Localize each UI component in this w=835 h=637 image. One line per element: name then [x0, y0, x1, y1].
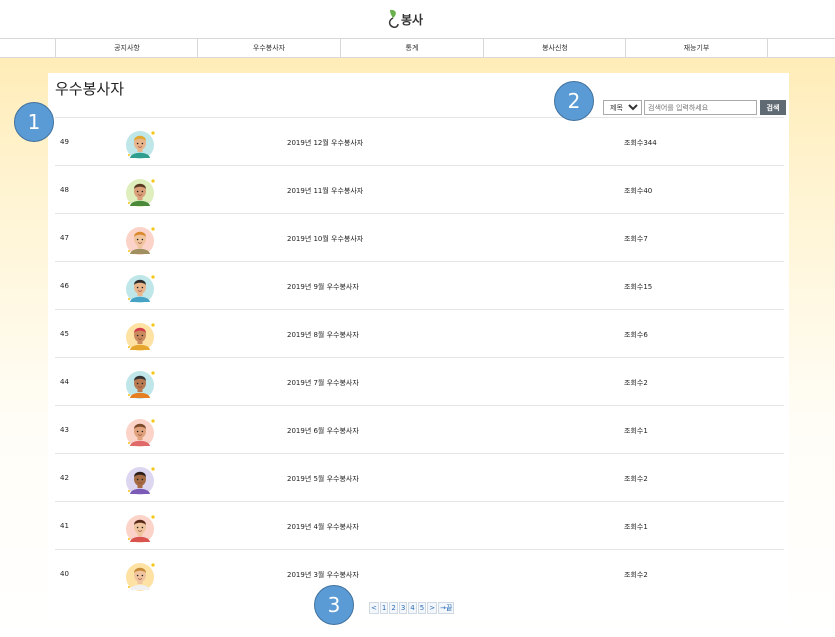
search-input[interactable] — [644, 100, 757, 115]
post-title[interactable]: 2019년 12월 우수봉사자 — [287, 138, 363, 148]
annotation-marker-3: 3 — [314, 585, 354, 625]
page-number-button[interactable]: 4 — [408, 602, 417, 614]
post-title[interactable]: 2019년 5월 우수봉사자 — [287, 474, 359, 484]
post-title[interactable]: 2019년 8월 우수봉사자 — [287, 330, 359, 340]
view-count: 조회수2 — [624, 475, 648, 483]
post-title[interactable]: 2019년 9월 우수봉사자 — [287, 282, 359, 292]
post-number: 48 — [60, 186, 69, 194]
post-number: 42 — [60, 474, 69, 482]
next-page-button[interactable]: > — [427, 602, 438, 614]
list-item[interactable]: 48 2019년 11월 우수봉사자 조회수40 — [55, 166, 784, 214]
view-count: 조회수2 — [624, 571, 648, 579]
avatar — [125, 319, 159, 353]
post-number: 43 — [60, 426, 69, 434]
post-number: 45 — [60, 330, 69, 338]
top-header: 봉사 — [0, 0, 835, 38]
search-field-select[interactable]: 제목 — [603, 100, 642, 115]
nav-item-notice[interactable]: 공지사항 — [55, 39, 198, 58]
nav-item-volunteer-apply[interactable]: 봉사신청 — [483, 39, 626, 58]
search-bar: 제목 검색 — [603, 100, 786, 115]
list-item[interactable]: 43 2019년 6월 우수봉사자 조회수1 — [55, 406, 784, 454]
list-item[interactable]: 46 2019년 9월 우수봉사자 조회수15 — [55, 262, 784, 310]
post-number: 41 — [60, 522, 69, 530]
post-title[interactable]: 2019년 7월 우수봉사자 — [287, 378, 359, 388]
view-count: 조회수7 — [624, 235, 648, 243]
list-item[interactable]: 40 2019년 3월 우수봉사자 조회수2 — [55, 550, 784, 598]
post-number: 44 — [60, 378, 69, 386]
list-item[interactable]: 42 2019년 5월 우수봉사자 조회수2 — [55, 454, 784, 502]
post-title[interactable]: 2019년 10월 우수봉사자 — [287, 234, 363, 244]
view-count: 조회수40 — [624, 187, 653, 195]
list-item[interactable]: 49 2019년 12월 우수봉사자 조회수344 — [55, 118, 784, 166]
leaf-icon — [388, 9, 399, 28]
list-item[interactable]: 45 2019년 8월 우수봉사자 조회수6 — [55, 310, 784, 358]
main-nav: 공지사항 우수봉사자 통계 봉사신청 재능기부 — [0, 38, 835, 58]
list-item[interactable]: 44 2019년 7월 우수봉사자 조회수2 — [55, 358, 784, 406]
view-count: 조회수344 — [624, 139, 657, 147]
avatar — [125, 175, 159, 209]
view-count: 조회수1 — [624, 523, 648, 531]
avatar — [125, 223, 159, 257]
content-panel: 우수봉사자 제목 검색 49 2019년 12월 우수봉사자 조회수344 48 201… — [48, 73, 789, 620]
list-item[interactable]: 47 2019년 10월 우수봉사자 조회수7 — [55, 214, 784, 262]
post-number: 46 — [60, 282, 69, 290]
page-number-button[interactable]: 1 — [379, 602, 389, 614]
avatar — [125, 511, 159, 545]
nav-item-talent-donation[interactable]: 재능기부 — [625, 39, 768, 58]
logo-text: 봉사 — [401, 12, 424, 27]
prev-page-button[interactable]: < — [369, 602, 379, 614]
page-number-button[interactable]: 2 — [389, 602, 398, 614]
view-count: 조회수6 — [624, 331, 648, 339]
list-item[interactable]: 41 2019년 4월 우수봉사자 조회수1 — [55, 502, 784, 550]
last-page-button[interactable]: →끝 — [438, 602, 455, 614]
annotation-marker-1: 1 — [14, 102, 54, 142]
avatar — [125, 559, 159, 593]
view-count: 조회수2 — [624, 379, 648, 387]
avatar — [125, 415, 159, 449]
post-title[interactable]: 2019년 4월 우수봉사자 — [287, 522, 359, 532]
avatar — [125, 127, 159, 161]
post-number: 47 — [60, 234, 69, 242]
page-number-button[interactable]: 5 — [417, 602, 427, 614]
page-title: 우수봉사자 — [55, 80, 125, 98]
page-number-button[interactable]: 3 — [398, 602, 408, 614]
avatar — [125, 271, 159, 305]
search-button[interactable]: 검색 — [760, 100, 786, 115]
volunteer-list: 49 2019년 12월 우수봉사자 조회수344 48 2019년 11월 우수봉사자… — [55, 117, 784, 598]
post-number: 40 — [60, 570, 69, 578]
post-title[interactable]: 2019년 3월 우수봉사자 — [287, 570, 359, 580]
pagination: <1 2 3 4 5 > →끝 — [369, 602, 455, 614]
post-title[interactable]: 2019년 6월 우수봉사자 — [287, 426, 359, 436]
annotation-marker-2: 2 — [554, 81, 594, 121]
post-title[interactable]: 2019년 11월 우수봉사자 — [287, 186, 363, 196]
view-count: 조회수1 — [624, 427, 648, 435]
nav-item-excellent-volunteers[interactable]: 우수봉사자 — [197, 39, 340, 58]
post-number: 49 — [60, 138, 69, 146]
avatar — [125, 463, 159, 497]
view-count: 조회수15 — [624, 283, 653, 291]
avatar — [125, 367, 159, 401]
nav-item-statistics[interactable]: 통계 — [340, 39, 483, 58]
site-logo[interactable]: 봉사 — [387, 6, 423, 32]
